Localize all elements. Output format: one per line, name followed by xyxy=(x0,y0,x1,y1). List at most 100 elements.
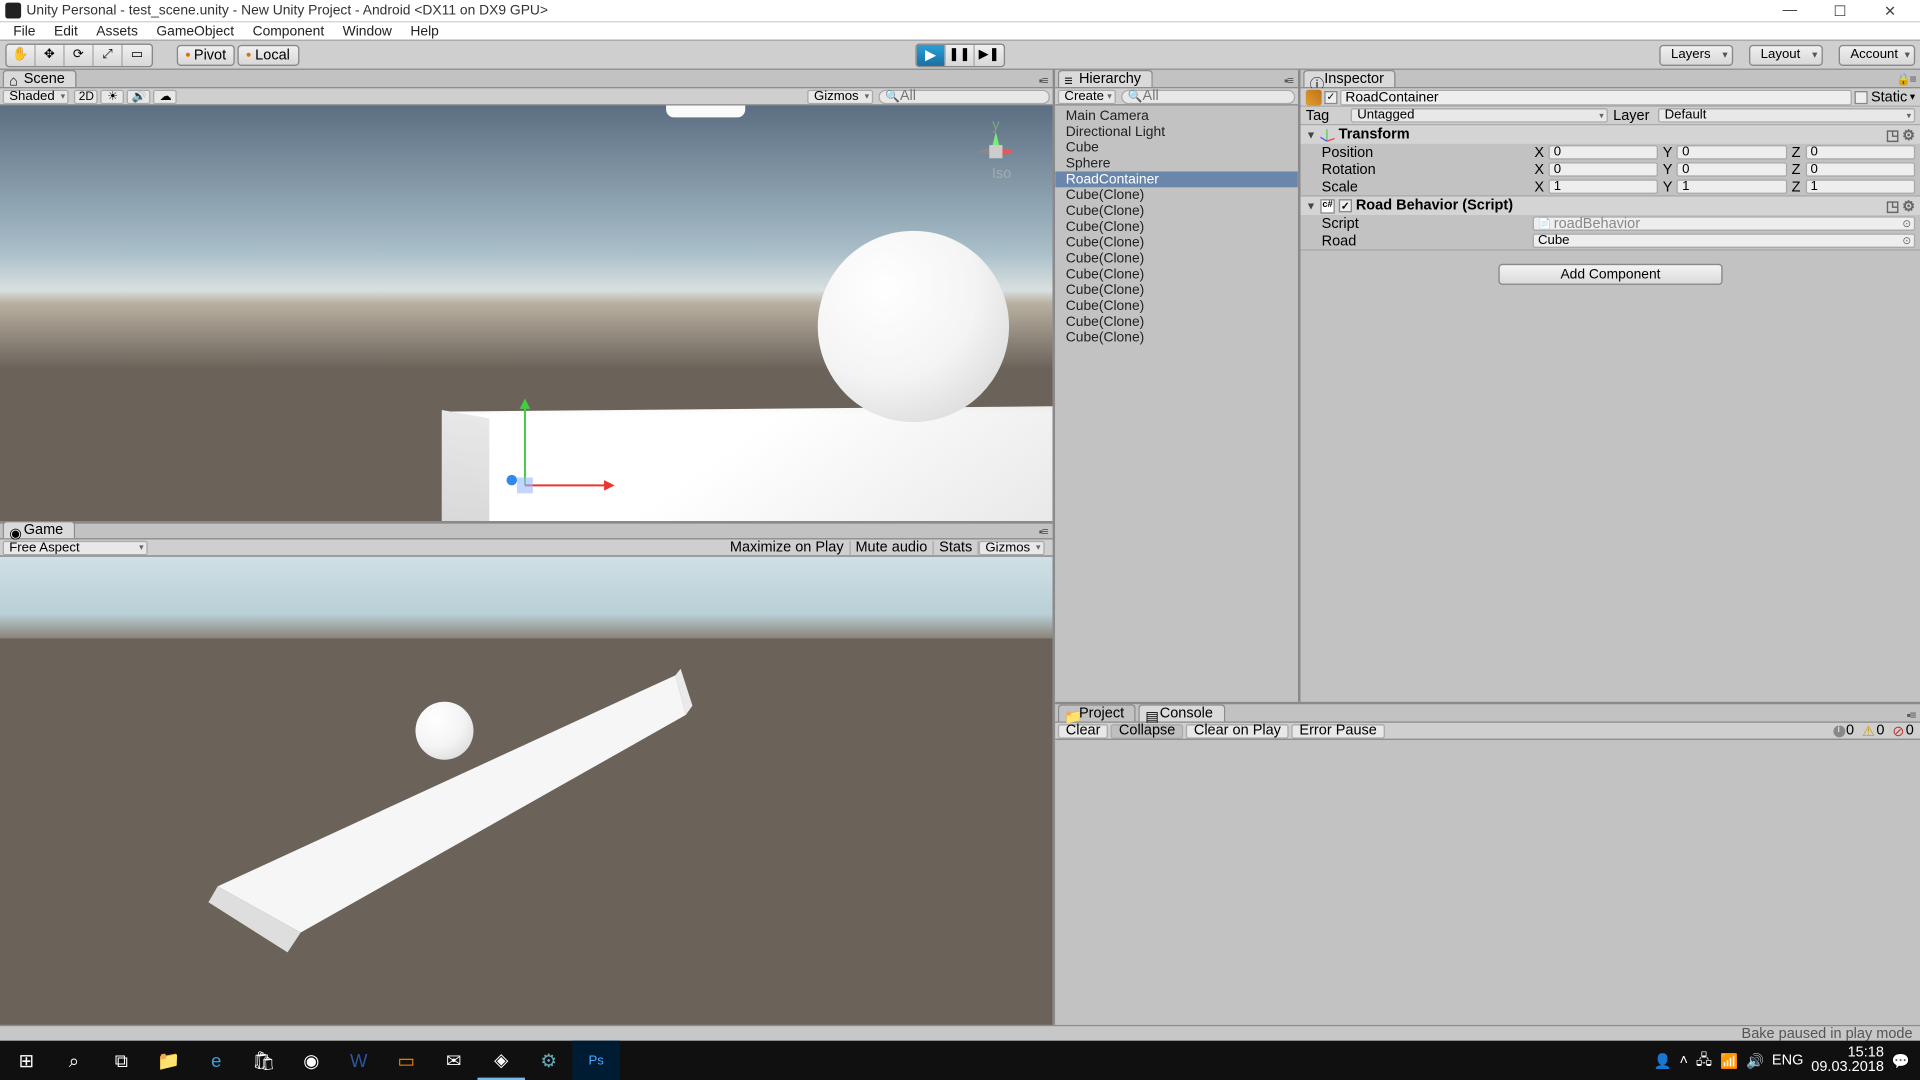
layer-dropdown[interactable]: Default xyxy=(1658,108,1915,123)
taskbar-search[interactable]: ⌕ xyxy=(50,1041,97,1080)
local-toggle[interactable]: Local xyxy=(238,44,299,65)
step-button[interactable]: ▶❚ xyxy=(975,44,1004,65)
taskbar-photoshop[interactable]: Ps xyxy=(572,1041,619,1080)
rotation-z[interactable]: 0 xyxy=(1805,162,1915,177)
tray-chevron-up-icon[interactable]: ˄ xyxy=(1679,1053,1687,1069)
console-info-count[interactable]: i0 xyxy=(1829,723,1858,739)
tag-dropdown[interactable]: Untagged xyxy=(1351,108,1608,123)
position-z[interactable]: 0 xyxy=(1805,144,1915,159)
taskbar-unity[interactable]: ◈ xyxy=(477,1041,524,1080)
taskbar-app1[interactable]: ⚙ xyxy=(525,1041,572,1080)
scene-lighting-toggle[interactable]: ☀ xyxy=(101,89,125,104)
console-clear-button[interactable]: Clear xyxy=(1058,723,1109,738)
menu-window[interactable]: Window xyxy=(335,23,400,39)
game-stats-toggle[interactable]: Stats xyxy=(934,540,979,555)
tray-network-icon[interactable]: 🖧 xyxy=(1696,1048,1712,1073)
tray-wifi-icon[interactable]: 📶 xyxy=(1720,1052,1738,1069)
static-dropdown-icon[interactable]: ▾ xyxy=(1910,91,1915,103)
inspector-panel-menu[interactable]: 🔒≡ xyxy=(1896,73,1915,88)
hierarchy-item[interactable]: Cube(Clone) xyxy=(1055,187,1298,203)
console-clearplay-toggle[interactable]: Clear on Play xyxy=(1186,723,1289,738)
position-y[interactable]: 0 xyxy=(1677,144,1787,159)
taskbar-explorer[interactable]: 📁 xyxy=(145,1041,192,1080)
scene-search[interactable]: 🔍 All xyxy=(878,89,1049,104)
hierarchy-item[interactable]: Cube(Clone) xyxy=(1055,219,1298,235)
window-close-button[interactable]: ✕ xyxy=(1865,0,1915,21)
pivot-toggle[interactable]: Pivot xyxy=(177,44,236,65)
component-settings-icon[interactable]: ⚙ xyxy=(1902,197,1915,214)
transform-header[interactable]: ▼ Transform ◳⚙ xyxy=(1301,125,1920,143)
hierarchy-item[interactable]: Cube(Clone) xyxy=(1055,203,1298,219)
tab-inspector[interactable]: ⓘInspector xyxy=(1303,70,1396,87)
taskbar-store[interactable]: 🛍 xyxy=(240,1041,287,1080)
tray-clock[interactable]: 15:1809.03.2018 xyxy=(1811,1046,1884,1075)
rotate-tool[interactable]: ⟳ xyxy=(65,44,94,65)
pause-button[interactable]: ❚❚ xyxy=(946,44,975,65)
taskbar-chrome[interactable]: ◉ xyxy=(288,1041,335,1080)
scale-x[interactable]: 1 xyxy=(1549,179,1659,194)
hierarchy-item[interactable]: Cube(Clone) xyxy=(1055,298,1298,314)
hierarchy-item[interactable]: Cube(Clone) xyxy=(1055,330,1298,346)
road-field[interactable]: Cube xyxy=(1533,233,1916,248)
game-panel-menu[interactable]: ▪≡ xyxy=(1039,525,1048,538)
scale-tool[interactable]: ⤢ xyxy=(94,44,123,65)
rotation-y[interactable]: 0 xyxy=(1677,162,1787,177)
position-x[interactable]: 0 xyxy=(1549,144,1659,159)
script-enabled-checkbox[interactable]: ✓ xyxy=(1339,199,1352,212)
hierarchy-item[interactable]: Main Camera xyxy=(1055,108,1298,124)
window-minimize-button[interactable]: — xyxy=(1765,0,1815,21)
scene-gizmos-dropdown[interactable]: Gizmos xyxy=(807,89,873,104)
component-help-icon[interactable]: ◳ xyxy=(1886,197,1900,214)
component-help-icon[interactable]: ◳ xyxy=(1886,126,1900,143)
hierarchy-item[interactable]: Cube(Clone) xyxy=(1055,282,1298,298)
tab-scene[interactable]: ⌂Scene xyxy=(3,70,77,87)
hierarchy-item[interactable]: Cube(Clone) xyxy=(1055,266,1298,282)
menu-file[interactable]: File xyxy=(5,23,43,39)
scene-fx-toggle[interactable]: ☁ xyxy=(154,89,178,104)
move-tool[interactable]: ✥ xyxy=(36,44,65,65)
roadbehavior-header[interactable]: ▼ c# ✓ Road Behavior (Script) ◳⚙ xyxy=(1301,197,1920,215)
rotation-x[interactable]: 0 xyxy=(1549,162,1659,177)
hierarchy-search[interactable]: 🔍 All xyxy=(1121,89,1295,104)
tray-language[interactable]: ENG xyxy=(1772,1053,1803,1069)
hierarchy-item[interactable]: RoadContainer xyxy=(1055,171,1298,187)
hierarchy-item[interactable]: Directional Light xyxy=(1055,124,1298,140)
scene-audio-toggle[interactable]: 🔊 xyxy=(127,89,151,104)
tab-hierarchy[interactable]: ≡Hierarchy xyxy=(1058,70,1153,87)
scene-panel-menu[interactable]: ▪≡ xyxy=(1039,74,1048,87)
scene-viewport[interactable]: y Iso xyxy=(0,106,1053,521)
tab-project[interactable]: 📁Project xyxy=(1058,704,1136,721)
move-gizmo[interactable] xyxy=(488,396,620,502)
scale-y[interactable]: 1 xyxy=(1677,179,1787,194)
scene-compass[interactable]: y Iso xyxy=(963,119,1029,185)
static-checkbox[interactable] xyxy=(1855,90,1868,103)
scene-2d-toggle[interactable]: 2D xyxy=(75,89,99,104)
hierarchy-item[interactable]: Cube(Clone) xyxy=(1055,235,1298,251)
taskbar-sublime[interactable]: ▭ xyxy=(383,1041,430,1080)
rect-tool[interactable]: ▭ xyxy=(123,44,152,65)
hand-tool[interactable]: ✋ xyxy=(7,44,36,65)
menu-assets[interactable]: Assets xyxy=(88,23,145,39)
taskbar-edge[interactable]: e xyxy=(193,1041,240,1080)
console-warn-count[interactable]: ⚠0 xyxy=(1858,722,1888,739)
script-field[interactable]: 📄roadBehavior xyxy=(1533,216,1916,231)
menu-help[interactable]: Help xyxy=(402,23,446,39)
menu-edit[interactable]: Edit xyxy=(46,23,86,39)
hierarchy-list[interactable]: Main CameraDirectional LightCubeSphereRo… xyxy=(1055,106,1298,702)
gameobject-active-checkbox[interactable]: ✓ xyxy=(1324,90,1337,103)
taskbar-mail[interactable]: ✉ xyxy=(430,1041,477,1080)
component-settings-icon[interactable]: ⚙ xyxy=(1902,126,1915,143)
taskbar-word[interactable]: W xyxy=(335,1041,382,1080)
bottom-panel-menu[interactable]: ▪≡ xyxy=(1907,708,1916,721)
taskbar-taskview[interactable]: ⧉ xyxy=(98,1041,145,1080)
gameobject-icon[interactable] xyxy=(1306,89,1322,105)
hierarchy-panel-menu[interactable]: ▪≡ xyxy=(1284,74,1293,87)
hierarchy-create-dropdown[interactable]: Create xyxy=(1058,89,1116,104)
layout-dropdown[interactable]: Layout xyxy=(1749,44,1823,65)
menu-gameobject[interactable]: GameObject xyxy=(148,23,242,39)
account-dropdown[interactable]: Account xyxy=(1839,44,1916,65)
start-button[interactable]: ⊞ xyxy=(3,1041,50,1080)
layers-dropdown[interactable]: Layers xyxy=(1659,44,1733,65)
game-mute-toggle[interactable]: Mute audio xyxy=(850,540,934,555)
gameobject-name-field[interactable]: RoadContainer xyxy=(1340,89,1852,105)
